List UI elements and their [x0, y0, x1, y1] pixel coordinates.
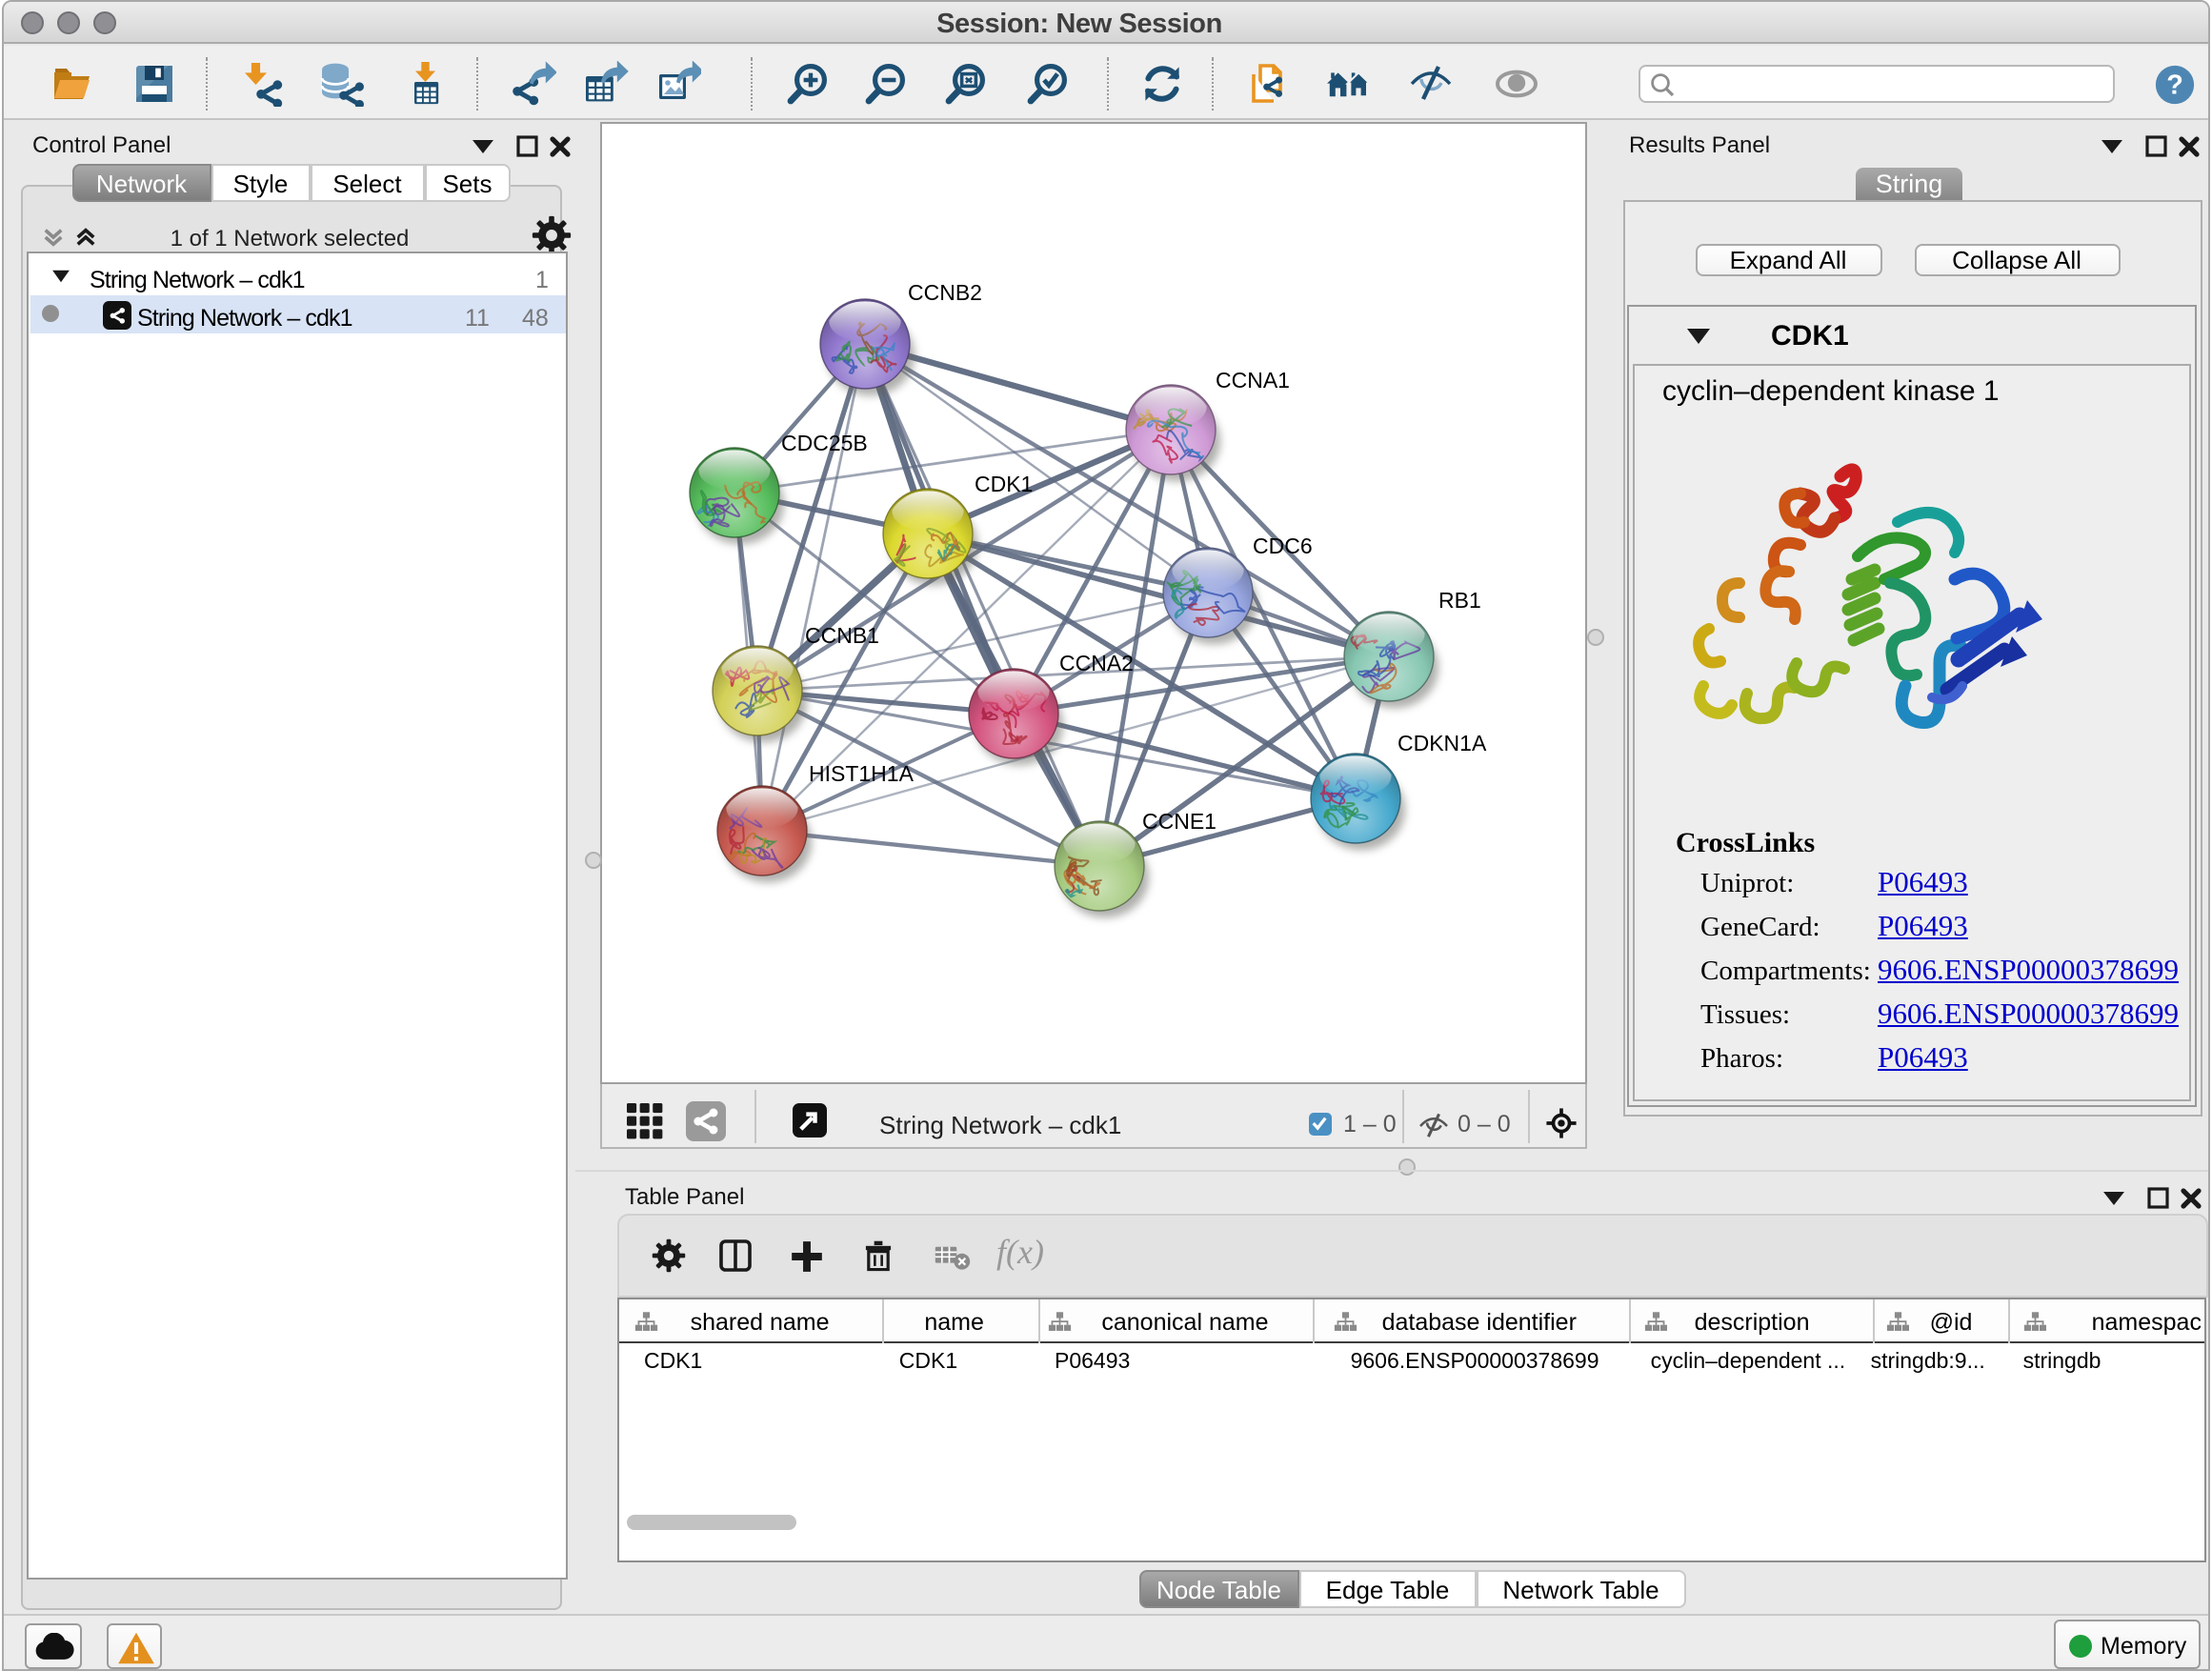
svg-text:CDKN1A: CDKN1A — [1398, 731, 1487, 755]
svg-text:CCNA1: CCNA1 — [1216, 368, 1290, 393]
svg-text:CDK1: CDK1 — [975, 472, 1033, 496]
svg-text:RB1: RB1 — [1438, 588, 1481, 613]
svg-text:CCNA2: CCNA2 — [1059, 651, 1134, 675]
svg-text:HIST1H1A: HIST1H1A — [809, 761, 915, 786]
svg-text:?: ? — [2166, 70, 2183, 101]
svg-text:CCNE1: CCNE1 — [1142, 809, 1217, 834]
svg-text:CCNB2: CCNB2 — [908, 280, 982, 305]
svg-text:CDC25B: CDC25B — [781, 431, 868, 455]
svg-text:CCNB1: CCNB1 — [805, 623, 879, 648]
svg-text:CDC6: CDC6 — [1253, 534, 1313, 558]
